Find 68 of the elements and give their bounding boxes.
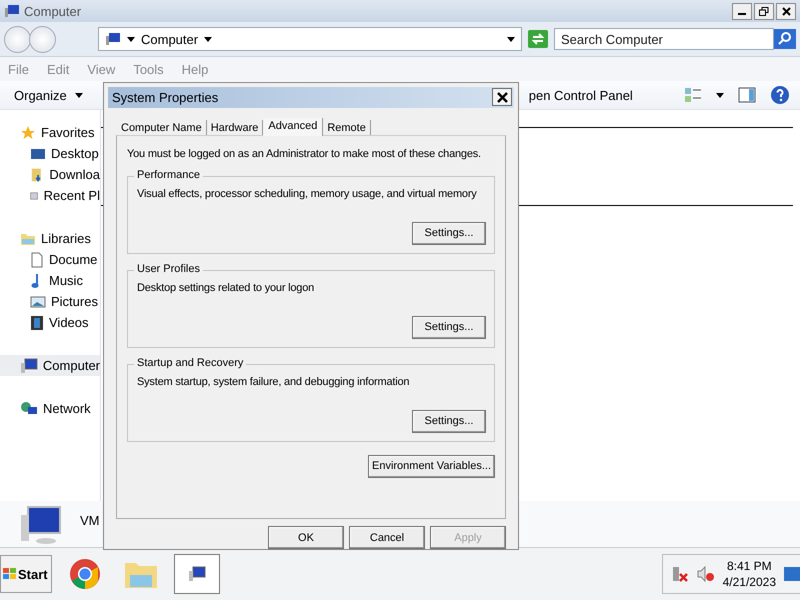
computer-icon	[4, 4, 20, 18]
film-icon	[30, 314, 44, 330]
group-description: Visual effects, processor scheduling, memory usage, and virtual memory	[137, 188, 477, 200]
group-title: Performance	[134, 168, 203, 181]
computer-icon	[105, 32, 121, 46]
group-title: Startup and Recovery	[134, 356, 246, 369]
close-icon	[782, 6, 790, 16]
clock-date: 4/21/2023	[722, 574, 776, 590]
address-bar[interactable]: Computer	[98, 27, 522, 51]
sidebar-item[interactable]: Desktop	[0, 143, 100, 164]
search-field[interactable]: Search Computer	[554, 28, 774, 50]
group-description: System startup, system failure, and debugging information	[137, 376, 410, 388]
preview-pane-icon[interactable]	[738, 87, 756, 103]
search-icon[interactable]	[774, 29, 796, 49]
settings-button[interactable]: Settings...	[412, 316, 486, 339]
sidebar-item[interactable]: Network	[0, 398, 100, 419]
window-title: Computer	[24, 4, 82, 18]
organize-button[interactable]: Organize	[14, 88, 83, 102]
sidebar-item[interactable]: Pictures	[0, 291, 100, 312]
environment-variables-button[interactable]: Environment Variables...	[368, 454, 495, 478]
view-options-icon[interactable]	[684, 87, 702, 103]
minimize-button[interactable]	[732, 2, 752, 20]
help-icon[interactable]	[770, 85, 790, 105]
caret-icon	[204, 36, 212, 42]
restore-icon	[759, 6, 769, 16]
volume-muted-icon[interactable]	[696, 565, 715, 583]
admin-notice: You must be logged on as an Administrator to make most of these changes.	[127, 148, 481, 160]
sidebar-item[interactable]: Computer	[0, 355, 100, 376]
close-button[interactable]	[492, 88, 512, 106]
pictures-icon	[30, 294, 46, 308]
caret-icon	[74, 92, 83, 98]
group-description: Desktop settings related to your logon	[137, 282, 314, 294]
folder-icon	[20, 232, 36, 246]
sidebar-item[interactable]: Videos	[0, 312, 100, 333]
chrome-icon	[69, 558, 101, 590]
caret-icon	[127, 36, 135, 42]
dropdown-icon[interactable]	[507, 36, 515, 42]
close-button[interactable]	[776, 2, 796, 20]
computer-icon	[20, 358, 38, 374]
sidebar-item[interactable]: Libraries	[0, 228, 100, 249]
sidebar-item[interactable]: Music	[0, 270, 100, 291]
dialog-button[interactable]: Cancel	[349, 526, 425, 549]
tab[interactable]: Advanced	[263, 118, 324, 136]
sidebar-item[interactable]: Downloa	[0, 164, 100, 185]
settings-button[interactable]: Settings...	[412, 410, 486, 433]
computer-icon	[20, 505, 64, 545]
refresh-icon[interactable]	[528, 30, 548, 48]
document-icon	[30, 252, 44, 268]
computer-icon	[188, 566, 206, 582]
caret-icon[interactable]	[716, 92, 724, 98]
clock-time: 8:41 PM	[726, 558, 772, 574]
close-icon	[496, 92, 508, 103]
sidebar-item[interactable]: Favorites	[0, 122, 100, 143]
star-icon	[20, 124, 36, 140]
windows-logo-icon	[3, 567, 17, 581]
taskbar-button[interactable]	[174, 554, 220, 594]
sidebar-item[interactable]: Recent Pl	[0, 185, 100, 206]
sidebar-item[interactable]: Docume	[0, 249, 100, 270]
group-title: User Profiles	[134, 262, 203, 275]
start-button[interactable]: Start	[0, 555, 52, 593]
desktop-icon	[30, 146, 46, 160]
dialog-title: System Properties	[112, 90, 218, 105]
restore-button[interactable]	[754, 2, 774, 20]
open-control-panel-button[interactable]: pen Control Panel	[528, 88, 633, 102]
dialog-button[interactable]: OK	[268, 526, 344, 549]
settings-button[interactable]: Settings...	[412, 222, 486, 245]
computer-name: VM	[80, 513, 100, 528]
network-error-icon[interactable]	[670, 565, 689, 583]
